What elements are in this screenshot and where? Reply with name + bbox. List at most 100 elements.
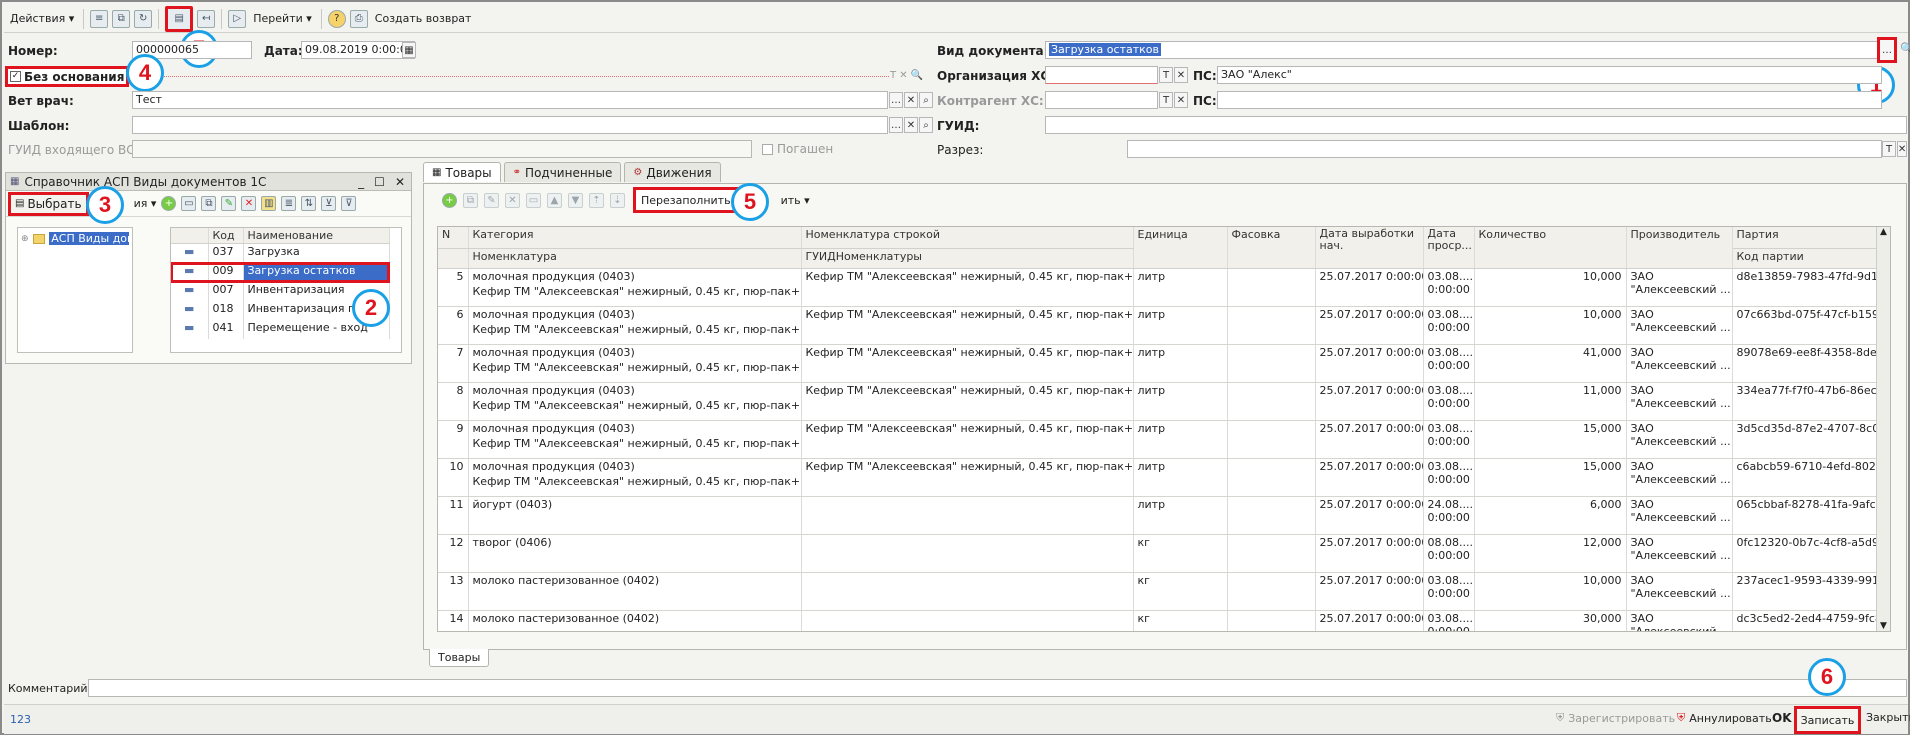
refill-button[interactable]: Перезаполнить	[633, 187, 739, 213]
template-field[interactable]	[132, 116, 888, 134]
search-icon[interactable]: 🔍	[1900, 42, 1910, 55]
save-button[interactable]: Записать	[1794, 706, 1861, 734]
lookup-row[interactable]: ▬ 041 Перемещение - вход	[171, 319, 390, 339]
template-select-button[interactable]: …	[889, 117, 903, 133]
go-icon[interactable]: ▷	[228, 9, 247, 28]
col-category[interactable]: Категория	[468, 227, 802, 249]
col-exp-date[interactable]: Дата проср...	[1423, 227, 1475, 269]
table-row[interactable]: 9 молочная продукция (0403) Кефир ТМ "Алек…	[438, 420, 1879, 459]
edit-icon[interactable]: ✎	[221, 196, 237, 211]
tab-goods[interactable]: ▦ Товары	[423, 162, 501, 182]
vet-search-icon[interactable]: ⌕	[919, 92, 933, 108]
org-clear-icon[interactable]: ✕	[1174, 67, 1188, 83]
no-basis-checkbox[interactable]: ✓ Без основания	[5, 66, 129, 87]
doc-type-field[interactable]: Загрузка остатков	[1045, 41, 1879, 59]
ps2-field[interactable]	[1217, 91, 1882, 109]
delete-row-icon[interactable]: ✕	[505, 192, 520, 208]
col-batch-code[interactable]: Код партии	[1732, 248, 1879, 269]
basis-field-buttons[interactable]: T ✕ 🔍	[890, 70, 923, 81]
section-t-button[interactable]: T	[1882, 141, 1896, 157]
close-button[interactable]: Закрыть	[1866, 711, 1910, 724]
col-n[interactable]: N	[438, 227, 469, 249]
table-row[interactable]: 10 молочная продукция (0403) Кефир ТМ "Але…	[438, 458, 1879, 497]
close-icon[interactable]: ✕	[395, 175, 405, 189]
col-guid-nom[interactable]: ГУИДНоменклатуры	[801, 248, 1134, 269]
filter-icon[interactable]: ⊻	[321, 196, 337, 211]
sort-asc-icon[interactable]: ⇡	[589, 192, 604, 208]
move-up-icon[interactable]: ▲	[547, 192, 562, 208]
lookup-row[interactable]: ▬ 037 Загрузка	[171, 243, 390, 263]
table-row[interactable]: 13 молоко пастеризованное (0402) кг 25.07.2…	[438, 572, 1879, 611]
annul-button[interactable]: ⛨ Аннулировать	[1677, 711, 1772, 725]
col-nom-string[interactable]: Номенклатура строкой	[801, 227, 1134, 249]
section-clear-icon[interactable]: ✕	[1897, 141, 1907, 157]
table-row[interactable]: 11 йогурт (0403) литр 25.07.2017 0:00:00 24.…	[438, 496, 1879, 535]
col-nomenclature[interactable]: Номенклатура	[468, 248, 802, 269]
filter-clear-icon[interactable]: ⊽	[341, 196, 357, 211]
org-field[interactable]	[1045, 66, 1158, 84]
lookup-row[interactable]: ▬ 009 Загрузка остатков	[171, 261, 390, 283]
add-icon[interactable]: +	[161, 196, 177, 211]
refresh-icon[interactable]: ↻	[134, 9, 153, 28]
template-search-icon[interactable]: ⌕	[919, 117, 933, 133]
section-field[interactable]	[1127, 140, 1882, 158]
doc-type-select-button[interactable]: …	[1877, 37, 1897, 63]
contractor-t-button[interactable]: T	[1159, 92, 1173, 108]
edit-row-icon[interactable]: ✎	[484, 192, 499, 208]
sort-desc-icon[interactable]: ⇣	[610, 192, 625, 208]
print-icon[interactable]: ⎙	[349, 9, 368, 28]
post-document-icon[interactable]: ▤	[165, 5, 194, 32]
expand-icon[interactable]: ⊕	[21, 234, 29, 244]
select-button[interactable]: ▤ Выбрать	[8, 191, 89, 216]
vet-clear-icon[interactable]: ✕	[904, 92, 918, 108]
scroll-up-icon[interactable]: ▲	[1877, 227, 1890, 237]
create-return-button[interactable]: Создать возврат	[372, 8, 475, 30]
vet-select-button[interactable]: …	[889, 92, 903, 108]
hierarchy-icon[interactable]: ▥	[261, 196, 277, 211]
guid-incoming-field[interactable]	[132, 140, 752, 158]
arrow-icon[interactable]: ↤	[197, 9, 216, 28]
date-field[interactable]: 09.08.2019 0:00:00	[301, 41, 415, 59]
col-batch[interactable]: Партия	[1732, 227, 1879, 249]
table-row[interactable]: 14 молоко пастеризованное (0402) кг 25.07.2…	[438, 610, 1879, 631]
lookup-col-code[interactable]: Код	[208, 228, 244, 244]
tree-item[interactable]: ⊕ АСП Виды документов	[18, 228, 132, 249]
help-icon[interactable]: ?	[327, 9, 346, 28]
actions-menu[interactable]: Действия ▾	[7, 8, 77, 30]
goto-menu[interactable]: Перейти ▾	[250, 8, 315, 30]
goods-scrollbar[interactable]: ▲ ▼	[1876, 227, 1890, 631]
calendar-icon[interactable]: ▦	[402, 42, 416, 58]
save-row-icon[interactable]: ▭	[526, 192, 541, 208]
maximize-icon[interactable]: ☐	[374, 175, 385, 189]
col-prod-date[interactable]: Дата выработки нач.	[1315, 227, 1424, 269]
contractor-clear-icon[interactable]: ✕	[1174, 92, 1188, 108]
tab-movements[interactable]: ⚙ Движения	[624, 162, 721, 182]
org-t-button[interactable]: T	[1159, 67, 1173, 83]
col-pack[interactable]: Фасовка	[1227, 227, 1316, 269]
table-row[interactable]: 6 молочная продукция (0403) Кефир ТМ "Алек…	[438, 306, 1879, 345]
col-qty[interactable]: Количество	[1474, 227, 1627, 269]
list-mode-icon[interactable]: ≣	[281, 196, 297, 211]
ok-button[interactable]: OK	[1772, 711, 1792, 725]
copy-row-icon[interactable]: ⧉	[463, 192, 478, 208]
table-row[interactable]: 8 молочная продукция (0403) Кефир ТМ "Алек…	[438, 382, 1879, 421]
copy-icon[interactable]: ⧉	[112, 9, 131, 28]
repaid-checkbox[interactable]: Погашен	[762, 142, 833, 156]
list-icon[interactable]: ≡	[90, 9, 109, 28]
lookup-col-name[interactable]: Наименование	[243, 228, 390, 244]
table-row[interactable]: 5 молочная продукция (0403) Кефир ТМ "Алек…	[438, 268, 1879, 307]
copy-item-icon[interactable]: ⧉	[201, 196, 217, 211]
fill-menu[interactable]: ить ▾	[781, 194, 810, 207]
scroll-down-icon[interactable]: ▼	[1877, 621, 1890, 631]
lookup-actions-menu[interactable]: ия ▾	[134, 197, 157, 210]
ps-field[interactable]: ЗАО "Алекс"	[1217, 66, 1882, 84]
vet-field[interactable]: Тест	[132, 91, 888, 109]
move-down-icon[interactable]: ▼	[568, 192, 583, 208]
contractor-field[interactable]	[1045, 91, 1158, 109]
guid-field[interactable]	[1045, 116, 1907, 134]
template-clear-icon[interactable]: ✕	[904, 117, 918, 133]
basis-field[interactable]	[132, 76, 889, 77]
tree-icon[interactable]: ⇅	[301, 196, 317, 211]
bottom-tab-goods[interactable]: Товары	[429, 649, 490, 667]
add-row-icon[interactable]: +	[442, 192, 457, 208]
